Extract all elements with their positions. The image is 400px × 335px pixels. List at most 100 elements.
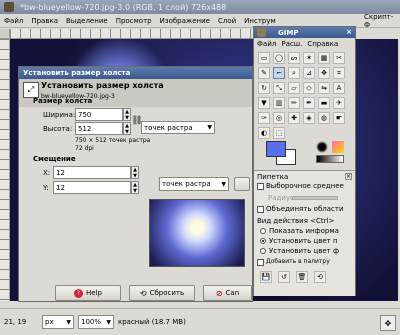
height-input[interactable]: 512 [75, 122, 123, 135]
add-palette-checkbox[interactable] [257, 259, 264, 266]
perspective-clone-tool-icon[interactable]: ◈ [303, 112, 315, 124]
y-offset-spinner[interactable]: ▲ ▼ [131, 181, 139, 194]
offset-unit-select[interactable]: точек растра ▼ [159, 177, 229, 191]
menu-layer[interactable]: Слой [218, 17, 236, 25]
paintbrush-tool-icon[interactable]: ✒ [303, 97, 315, 109]
foreground-select-tool-icon[interactable]: ⬚ [273, 127, 285, 139]
perspective-tool-icon[interactable]: ◇ [303, 82, 315, 94]
menu-file[interactable]: Файл [4, 17, 23, 25]
dodge-burn-tool-icon[interactable]: ◐ [258, 127, 270, 139]
foreground-color-swatch[interactable] [266, 141, 286, 157]
toolbox-titlebar[interactable]: GIMP × [254, 27, 355, 38]
heal-tool-icon[interactable]: ✚ [288, 112, 300, 124]
menu-select[interactable]: Выделение [66, 17, 108, 25]
chevron-down-icon: ▼ [66, 318, 71, 326]
status-info: красный (18.7 MB) [118, 318, 186, 326]
toolbox-menu-file[interactable]: Файл [257, 40, 276, 48]
panel-close-icon[interactable]: × [345, 173, 352, 180]
menu-script-fu[interactable]: Скрипт-Ф [364, 13, 393, 29]
ruler-corner[interactable] [0, 29, 10, 39]
convolve-tool-icon[interactable]: ◍ [318, 112, 330, 124]
scissors-tool-icon[interactable]: ✂ [333, 52, 345, 64]
delete-options-icon[interactable]: 🗑 [296, 271, 308, 283]
radio-set-bg[interactable] [260, 248, 266, 254]
smudge-tool-icon[interactable]: ☛ [333, 112, 345, 124]
menu-view[interactable]: Просмотр [116, 17, 152, 25]
radio-show-info[interactable] [260, 228, 266, 234]
by-color-select-tool-icon[interactable]: ▦ [318, 52, 330, 64]
menu-tools[interactable]: Инструм [244, 17, 276, 25]
height-label: Высота: [43, 125, 73, 133]
sample-average-checkbox[interactable] [257, 183, 264, 190]
zoom-select[interactable]: 100% ▼ [78, 315, 114, 329]
brush-preview[interactable] [316, 141, 328, 153]
flip-tool-icon[interactable]: ⇋ [318, 82, 330, 94]
tool-options-title: Пипетка [257, 173, 289, 181]
toolbox-menu-ext[interactable]: Расш. [281, 40, 302, 48]
size-unit-select[interactable]: точек растра ▼ [141, 121, 215, 134]
scale-tool-icon[interactable]: ⤡ [273, 82, 285, 94]
action-label: Вид действия <Ctrl> [257, 217, 335, 225]
rect-select-tool-icon[interactable]: ▭ [258, 52, 270, 64]
clone-tool-icon[interactable]: ◎ [273, 112, 285, 124]
ink-tool-icon[interactable]: ✑ [258, 112, 270, 124]
airbrush-tool-icon[interactable]: ✈ [333, 97, 345, 109]
save-options-icon[interactable]: 💾 [260, 271, 272, 283]
measure-tool-icon[interactable]: ⊿ [303, 67, 315, 79]
blend-tool-icon[interactable]: ▥ [273, 97, 285, 109]
paths-tool-icon[interactable]: ✎ [258, 67, 270, 79]
width-input[interactable]: 750 [75, 108, 123, 121]
free-select-tool-icon[interactable]: ᔕ [288, 52, 300, 64]
gradient-preview[interactable] [316, 155, 344, 163]
unit-select[interactable]: px ▼ [42, 315, 74, 329]
canvas-size-dialog: Установить размер холста ⤢ Установить ра… [18, 66, 253, 302]
bucket-fill-tool-icon[interactable]: ▼ [258, 97, 270, 109]
close-icon[interactable]: × [345, 28, 353, 36]
horizontal-ruler[interactable] [10, 29, 255, 39]
x-label: X: [43, 169, 51, 177]
zoom-tool-icon[interactable]: ⌕ [288, 67, 300, 79]
crop-tool-icon[interactable]: ⌗ [333, 67, 345, 79]
color-picker-tool-icon[interactable]: ⌐ [273, 67, 285, 79]
cancel-button[interactable]: ⊘ Can [203, 285, 252, 301]
radio-set-fg[interactable] [260, 238, 266, 244]
gimp-toolbox: GIMP × Файл Расш. Справка ▭ ◯ ᔕ ✶ ▦ ✂ ✎ ⌐ ⌕ ⊿ ✥ ⌗ ↻ ⤡… [253, 26, 356, 296]
menu-image[interactable]: Изображение [160, 17, 210, 25]
toolbox-menu-help[interactable]: Справка [307, 40, 338, 48]
radius-slider[interactable] [292, 196, 338, 200]
height-spinner[interactable]: ▲ ▼ [123, 122, 131, 135]
width-spinner[interactable]: ▲ ▼ [123, 108, 131, 121]
dialog-titlebar[interactable]: Установить размер холста [19, 67, 252, 79]
window-menu-icon[interactable] [4, 2, 14, 12]
menu-edit[interactable]: Правка [31, 17, 58, 25]
resize-canvas-icon: ⤢ [23, 82, 39, 98]
pencil-tool-icon[interactable]: ✏ [288, 97, 300, 109]
eraser-tool-icon[interactable]: ▬ [318, 97, 330, 109]
rotate-tool-icon[interactable]: ↻ [258, 82, 270, 94]
shear-tool-icon[interactable]: ▱ [288, 82, 300, 94]
pattern-preview[interactable] [332, 141, 344, 153]
y-offset-input[interactable]: 12 [53, 181, 131, 194]
text-tool-icon[interactable]: A [333, 82, 345, 94]
center-button[interactable] [234, 177, 250, 191]
vertical-ruler[interactable] [0, 39, 10, 301]
fuzzy-select-tool-icon[interactable]: ✶ [303, 52, 315, 64]
chain-link-icon[interactable]: ⛓ [131, 112, 142, 130]
image-window-titlebar[interactable]: *bw-blueyellow-720.jpg-3.0 (RGB, 1 слой)… [0, 0, 400, 14]
reset-options-icon[interactable]: ⟲ [314, 271, 326, 283]
move-tool-icon[interactable]: ✥ [318, 67, 330, 79]
x-offset-spinner[interactable]: ▲ ▼ [131, 166, 139, 179]
offset-preview[interactable] [149, 199, 245, 267]
reset-button[interactable]: ⟲ Сбросить [129, 285, 195, 301]
sample-merged-checkbox[interactable] [257, 206, 264, 213]
help-label: Help [86, 289, 102, 297]
ellipse-select-tool-icon[interactable]: ◯ [273, 52, 285, 64]
restore-options-icon[interactable]: ↺ [278, 271, 290, 283]
help-button[interactable]: ? Help [55, 285, 121, 301]
size-info: 750 × 512 точек растра [75, 137, 151, 144]
x-offset-input[interactable]: 12 [53, 166, 131, 179]
chevron-down-icon: ▼ [207, 124, 212, 131]
help-icon: ? [74, 288, 84, 298]
navigate-icon[interactable]: ✥ [380, 315, 396, 331]
option-set-bg: Установить цвет ф [269, 247, 339, 255]
